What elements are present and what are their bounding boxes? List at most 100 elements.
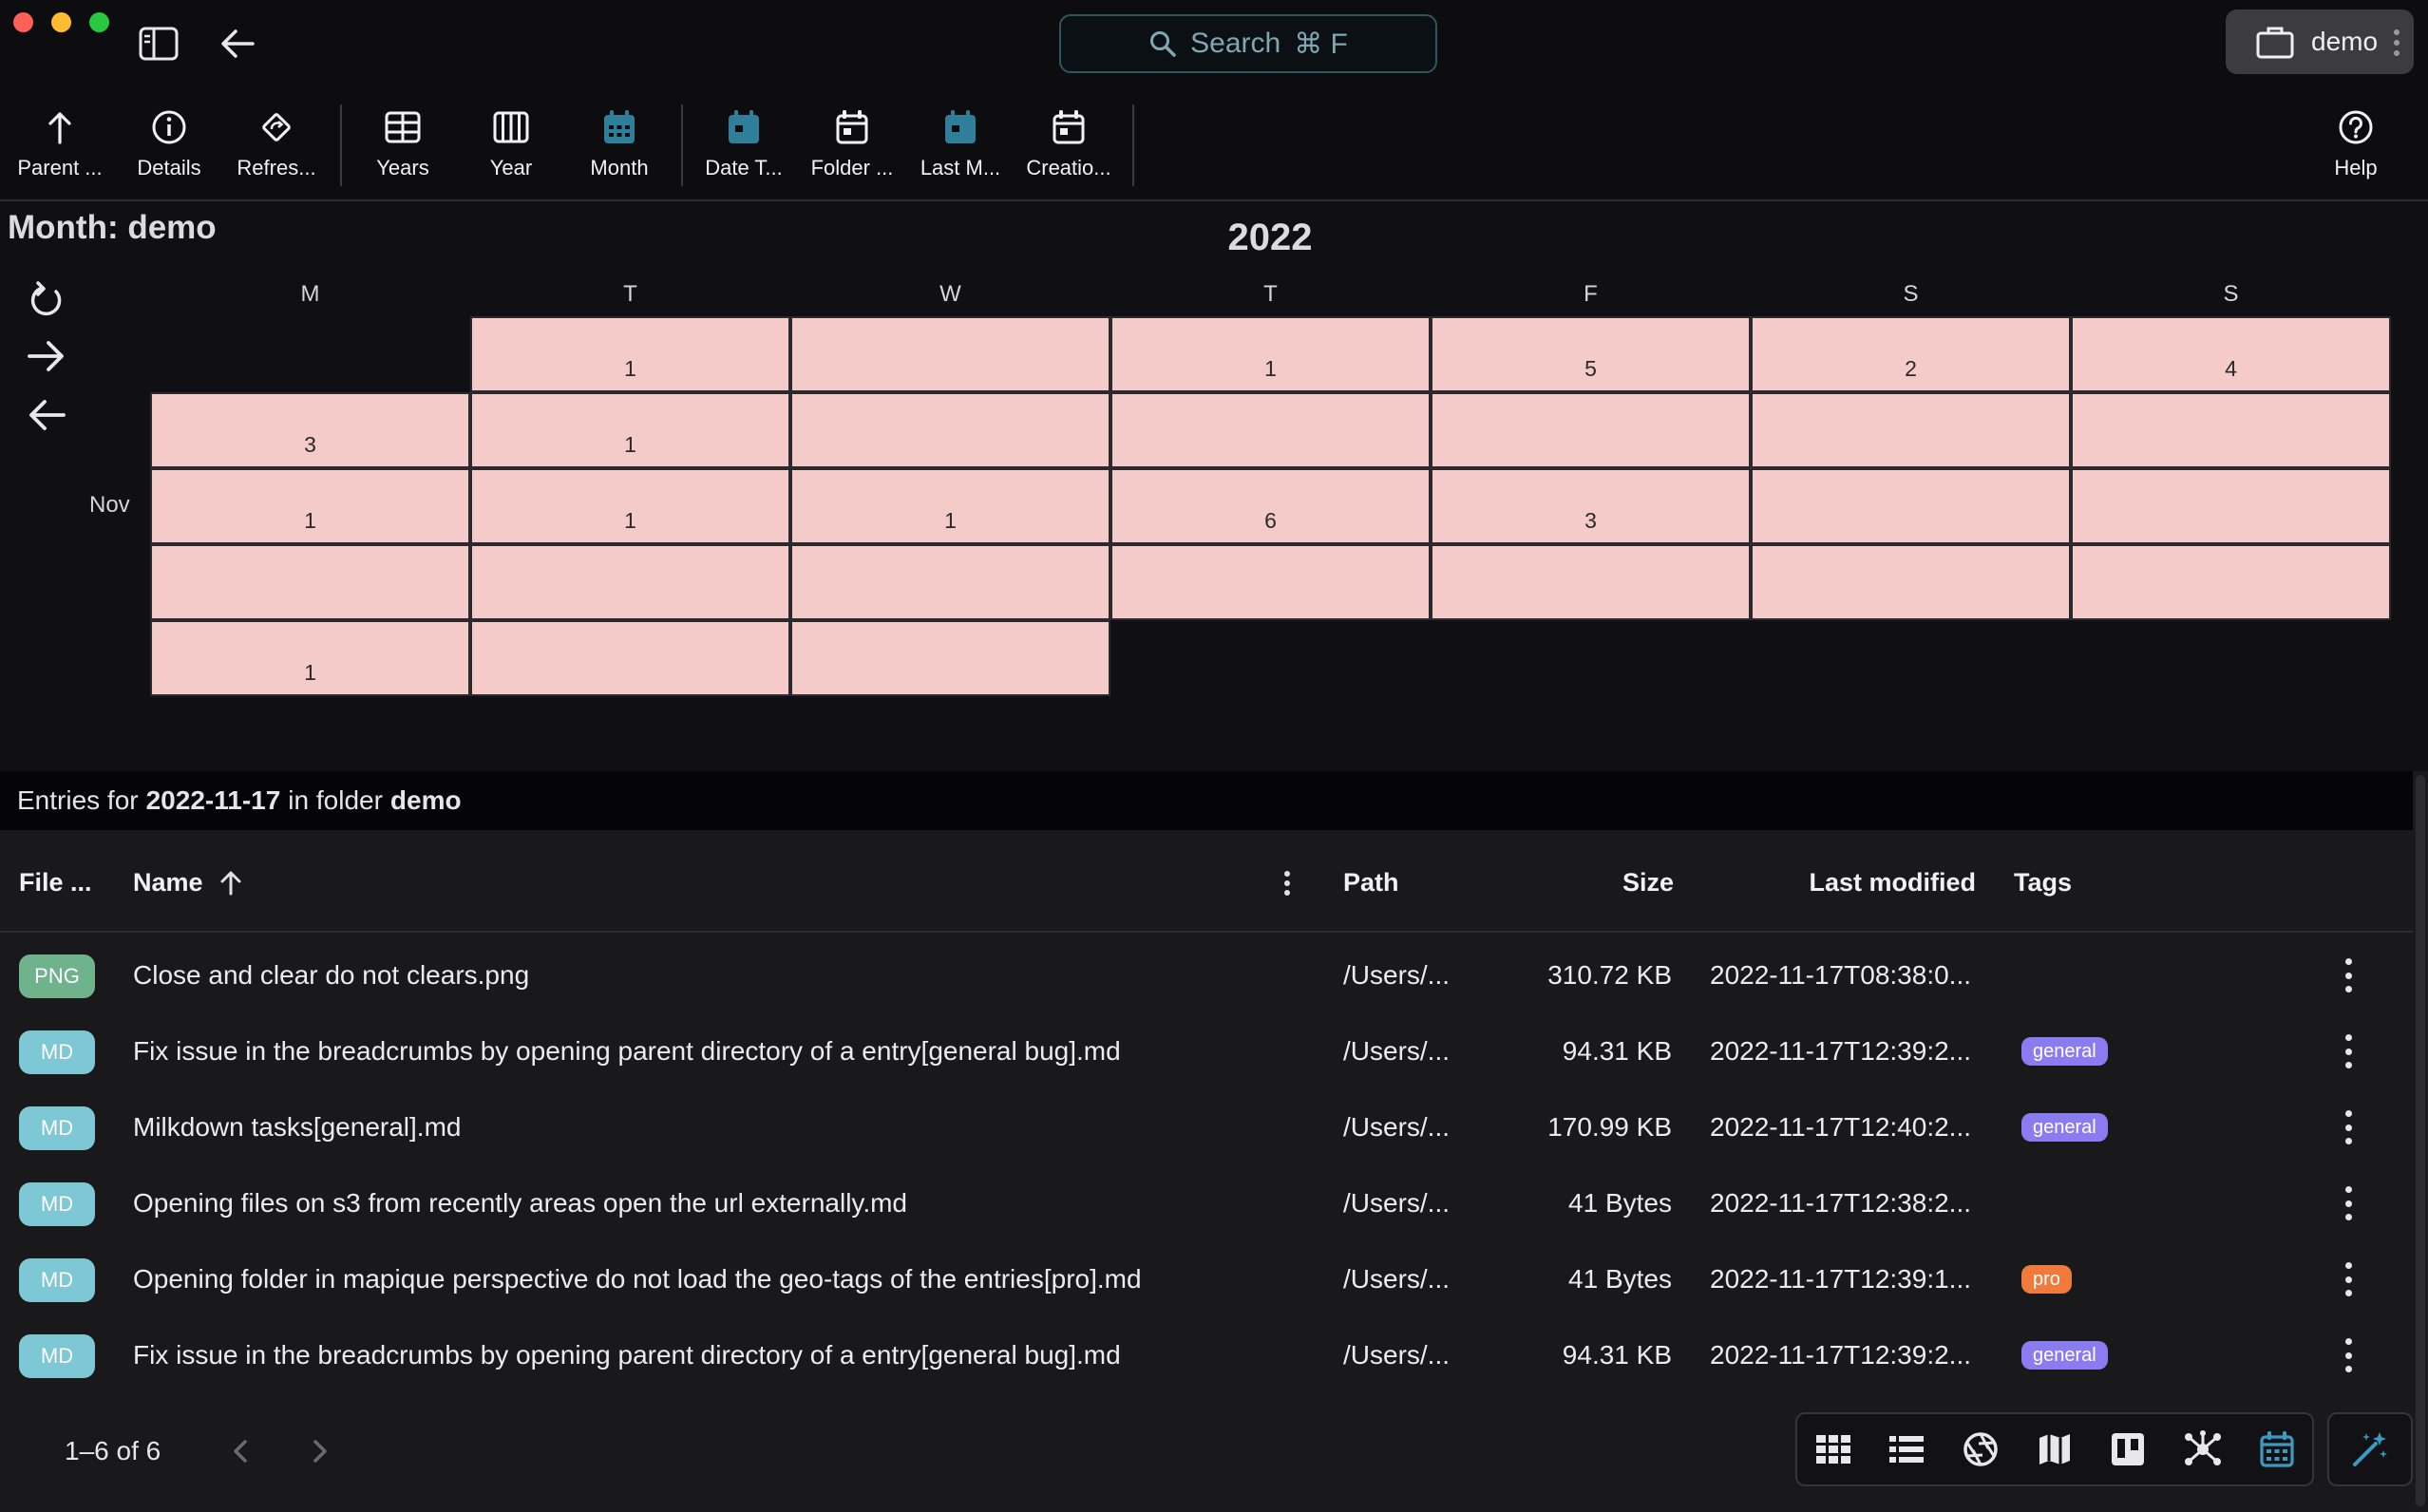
row-menu-icon[interactable] [2337,1338,2360,1372]
grid-perspective-button[interactable] [1812,1427,1855,1471]
location-switcher[interactable]: demo [2226,9,2414,74]
calendar-day-cell[interactable]: 5 [1431,316,1751,392]
scrollbar-thumb[interactable] [2416,775,2425,1506]
file-name: Milkdown tasks[general].md [133,1112,462,1142]
refresh-button[interactable]: Refres... [222,99,331,194]
row-menu-icon[interactable] [2337,958,2360,992]
calendar-day-cell[interactable] [1751,544,2071,620]
previous-page-button[interactable] [228,1434,255,1473]
calendar-day-cell[interactable]: 1 [1110,316,1431,392]
calendar-day-cell[interactable] [2071,392,2391,468]
tag-chip[interactable]: general [2021,1113,2108,1142]
calendar-day-cell[interactable] [1110,392,1431,468]
tag-chip[interactable]: pro [2021,1265,2072,1294]
next-month-button[interactable] [23,334,70,378]
table-row[interactable]: PNG Close and clear do not clears.png /U… [0,937,2413,1013]
column-size[interactable]: Size [1520,855,1674,910]
calendar-day-cell[interactable] [150,544,470,620]
column-last-modified[interactable]: Last modified [1700,855,1976,910]
maximize-window-button[interactable] [89,12,109,32]
calendar-day-cell[interactable]: 2 [1751,316,2071,392]
calendar-day-cell[interactable] [1110,544,1431,620]
calendar-day-cell[interactable]: 1 [470,316,790,392]
calendar-day-cell[interactable]: 1 [150,620,470,696]
refresh-label: Refres... [237,156,316,180]
calendar-day-cell[interactable] [790,392,1110,468]
column-menu-button[interactable] [1277,870,1298,897]
toggle-sidebar-button[interactable] [135,23,182,65]
gallery-perspective-button[interactable] [1959,1427,2002,1471]
calendar-day-cell[interactable] [790,544,1110,620]
reset-calendar-button[interactable] [25,277,68,321]
calendar-day-cell[interactable]: 3 [150,392,470,468]
arrow-right-icon [28,341,64,371]
month-view-button[interactable]: Month [565,99,673,194]
arrow-up-icon [48,112,71,144]
calendar-day-cell[interactable] [470,544,790,620]
calendar-day-cell[interactable] [1431,544,1751,620]
calendar-day-cell[interactable] [1751,468,2071,544]
back-button[interactable] [215,23,260,65]
help-label: Help [2334,156,2378,180]
calendar-day-cell[interactable]: 4 [2071,316,2391,392]
row-menu-icon[interactable] [2337,1110,2360,1144]
file-size: 170.99 KB [1547,1112,1672,1142]
calendar-day-cell[interactable]: 1 [790,468,1110,544]
close-window-button[interactable] [13,12,33,32]
tag-chip[interactable]: general [2021,1037,2108,1066]
help-button[interactable]: Help [2303,99,2409,194]
year-label: Year [489,156,533,180]
calendar-icon [2260,1431,2294,1467]
years-view-button[interactable]: Years [349,99,457,194]
row-menu-icon[interactable] [2337,1034,2360,1068]
kanban-perspective-button[interactable] [2106,1427,2150,1471]
table-row[interactable]: MD Fix issue in the breadcrumbs by openi… [0,1013,2413,1089]
date-taken-button[interactable]: Date T... [690,99,798,194]
row-menu-icon[interactable] [2337,1186,2360,1220]
table-row[interactable]: MD Fix issue in the breadcrumbs by openi… [0,1317,2413,1393]
search-button[interactable]: Search ⌘ F [1059,14,1437,73]
calendar-day-cell[interactable]: 1 [470,392,790,468]
calendar-day-cell[interactable] [2071,544,2391,620]
chevron-left-icon [234,1440,247,1463]
tags-cell: general [2021,1317,2108,1393]
tags-cell: general [2021,1013,2108,1089]
gallery-icon [1963,1432,1998,1466]
calendar-day-cell[interactable]: 1 [150,468,470,544]
calendar-day-cell[interactable] [1431,392,1751,468]
list-perspective-button[interactable] [1885,1427,1928,1471]
year-view-button[interactable]: Year [457,99,565,194]
table-row[interactable]: MD Milkdown tasks[general].md /Users/...… [0,1089,2413,1165]
parent-directory-button[interactable]: Parent ... [6,99,114,194]
minimize-window-button[interactable] [51,12,71,32]
calendar-day-cell[interactable] [790,316,1110,392]
calendar-day-cell[interactable] [2071,468,2391,544]
calendar-day-cell[interactable]: 6 [1110,468,1431,544]
map-perspective-button[interactable] [2033,1427,2077,1471]
previous-month-button[interactable] [23,393,70,437]
calendar-day-cell[interactable]: 1 [470,468,790,544]
table-row[interactable]: MD Opening files on s3 from recently are… [0,1165,2413,1241]
table-row[interactable]: MD Opening folder in mapique perspective… [0,1241,2413,1317]
folder-date-button[interactable]: Folder ... [798,99,906,194]
calendar-perspective-button[interactable] [2255,1427,2299,1471]
calendar-day-cell[interactable] [470,620,790,696]
location-menu-icon[interactable] [2393,28,2400,57]
calendar-day-cell[interactable]: 3 [1431,468,1751,544]
file-size: 41 Bytes [1568,1188,1672,1218]
tag-chip[interactable]: general [2021,1341,2108,1370]
file-path: /Users/... [1343,960,1451,990]
column-path[interactable]: Path [1343,855,1399,910]
last-modified-button[interactable]: Last M... [906,99,1015,194]
row-menu-icon[interactable] [2337,1262,2360,1296]
details-button[interactable]: Details [115,99,223,194]
calendar-day-cell[interactable] [1751,392,2071,468]
creation-date-button[interactable]: Creatio... [1015,99,1123,194]
calendar-day-cell[interactable] [790,620,1110,696]
next-page-button[interactable] [306,1434,332,1473]
info-icon [152,110,186,144]
column-name[interactable]: Name [133,855,243,910]
graph-perspective-button[interactable] [2181,1427,2225,1471]
column-tags[interactable]: Tags [2014,855,2072,910]
column-file-type[interactable]: File ... [19,855,92,910]
